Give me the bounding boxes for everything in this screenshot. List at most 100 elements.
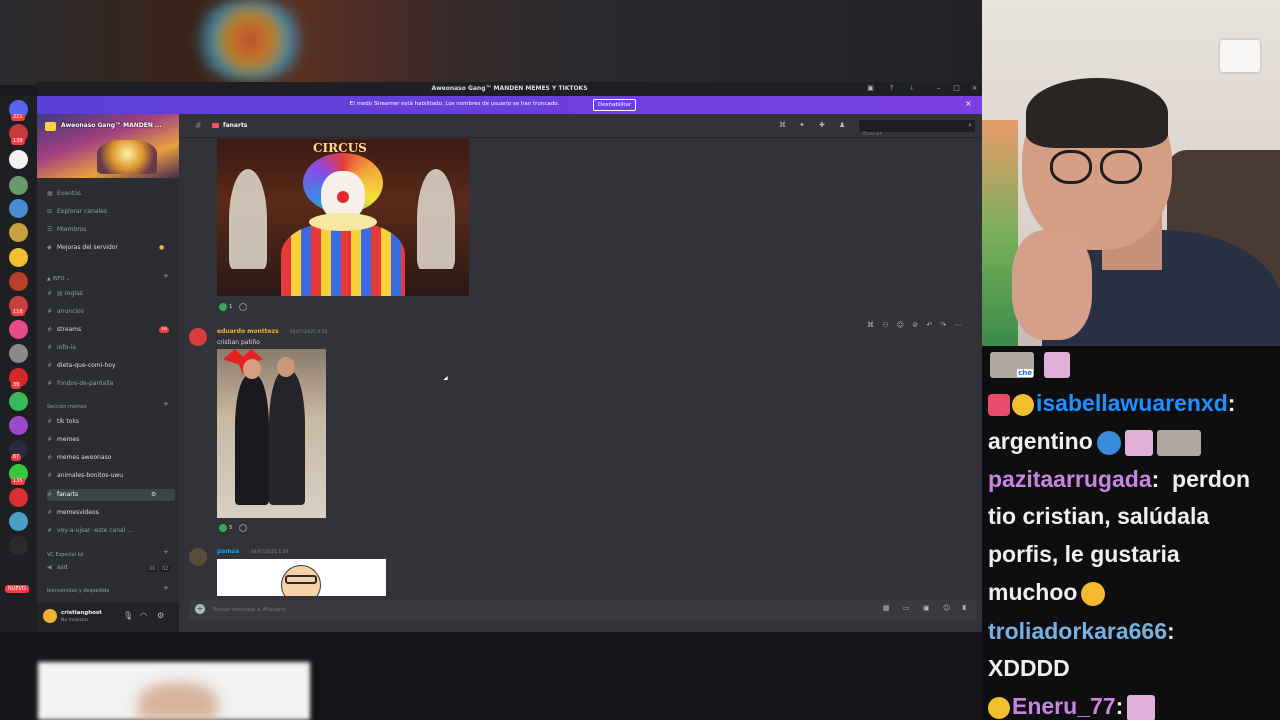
channel-info-ia[interactable]: # info-ia: [47, 342, 175, 354]
sidebar-item-explorar[interactable]: ⊞ Explorar canales: [47, 206, 175, 218]
message-author[interactable]: eduardo monttezs: [217, 328, 279, 335]
channel-voy-a-ujsar[interactable]: # voy-a-ujsar -este canal ...: [47, 525, 175, 537]
hash-icon: #: [47, 509, 53, 516]
add-reaction-icon[interactable]: [238, 302, 247, 311]
server-icon[interactable]: [9, 536, 28, 555]
gift-icon[interactable]: ▦: [883, 604, 890, 612]
headphones-icon[interactable]: ◠: [140, 611, 147, 620]
channel-animales[interactable]: # animales-bonitos-uwu: [47, 470, 175, 482]
server-icon[interactable]: [9, 488, 28, 507]
server-icon[interactable]: [9, 320, 28, 339]
guild-header[interactable]: Aweonaso Gang™ MANDEN ...: [37, 114, 179, 178]
message-input[interactable]: [213, 603, 813, 617]
channel-memes[interactable]: # memes: [47, 434, 175, 446]
circus-clown-image[interactable]: CIRCUS: [217, 139, 469, 296]
channel-anuncios[interactable]: # anuncios: [47, 306, 175, 318]
category-memes[interactable]: Sección memes: [47, 404, 86, 410]
channel-fondos[interactable]: # fondos-de-pantalla: [47, 378, 175, 390]
reaction-pill[interactable]: 1: [219, 302, 247, 312]
server-icon[interactable]: [9, 223, 28, 242]
avatar[interactable]: [189, 548, 207, 566]
close-window-icon[interactable]: ×: [970, 84, 979, 93]
channel-memesvideos[interactable]: # memesvideos: [47, 507, 175, 519]
server-icon[interactable]: [9, 248, 28, 267]
cartoon-image[interactable]: [217, 559, 386, 596]
backdrop-card-blur: [38, 662, 310, 720]
settings-icon[interactable]: ⚙: [151, 489, 156, 501]
add-channel-icon[interactable]: +: [163, 400, 169, 408]
reaction-emoji-icon: [219, 302, 227, 311]
server-icon[interactable]: [9, 392, 28, 411]
add-channel-icon[interactable]: +: [163, 548, 169, 556]
notifications-icon[interactable]: ✦: [799, 121, 805, 129]
message-composer: + ▦ ▭ ▣ ☺ ♜: [189, 600, 977, 620]
channel-label: fanarts: [57, 491, 79, 498]
search-input[interactable]: [859, 128, 959, 140]
mic-icon[interactable]: 🎙: [123, 611, 133, 620]
server-icon[interactable]: [9, 272, 28, 291]
pin-icon[interactable]: ✚: [819, 121, 825, 129]
clown-nose: [337, 191, 349, 203]
server-icon[interactable]: [9, 176, 28, 195]
sidebar-item-mejoras[interactable]: ◆ Mejoras del servidor ●: [47, 242, 175, 254]
category-vc[interactable]: VC Especial lol: [47, 552, 84, 558]
guild-emoji-icon: [45, 122, 56, 131]
category-info[interactable]: ▲ INFO ⌄: [47, 276, 70, 282]
add-reaction-icon[interactable]: [238, 523, 247, 532]
server-icon[interactable]: [9, 416, 28, 435]
chat-username[interactable]: troliadorkara666: [988, 618, 1167, 644]
channel-label: fondos-de-pantalla: [57, 380, 114, 387]
emoji-icon[interactable]: ☺: [943, 604, 950, 612]
server-badge: 139: [11, 138, 25, 145]
threads-icon[interactable]: ⌘: [779, 121, 786, 129]
gif-icon[interactable]: ▭: [903, 604, 910, 612]
reaction-count: 1: [229, 304, 233, 310]
channel-label: anuncios: [57, 308, 84, 315]
sticker-icon[interactable]: ▣: [923, 604, 930, 612]
channel-reglas[interactable]: # ▤ reglas: [47, 288, 175, 300]
search-icon[interactable]: ⌕: [968, 121, 972, 130]
add-channel-icon[interactable]: +: [163, 272, 169, 280]
channel-dieta[interactable]: # dieta-que-comi-hoy: [47, 360, 175, 372]
server-icon[interactable]: [9, 344, 28, 363]
category-welcome[interactable]: bienvenidas y despedida: [47, 588, 109, 594]
chat-username[interactable]: pazitaarrugada: [988, 466, 1152, 492]
sidebar-item-miembros[interactable]: ☰ Miembros: [47, 224, 175, 236]
server-icon[interactable]: [9, 512, 28, 531]
apps-icon[interactable]: ♜: [961, 604, 967, 612]
vc-count: 00: [147, 566, 158, 572]
inbox-icon[interactable]: ▣: [866, 84, 875, 93]
hash-icon: #: [47, 491, 53, 498]
help-icon[interactable]: ?: [887, 84, 896, 93]
unread-badge: 18: [159, 327, 169, 333]
attach-plus-icon[interactable]: +: [195, 604, 205, 614]
sidebar-item-label: Eventos: [57, 190, 81, 197]
avatar[interactable]: [43, 609, 57, 623]
channel-streams[interactable]: # streams: [47, 324, 175, 336]
maximize-icon[interactable]: □: [952, 84, 961, 93]
chat-username[interactable]: Eneru_77: [1012, 693, 1116, 719]
server-icon[interactable]: [9, 150, 28, 169]
sidebar-item-eventos[interactable]: ▦ Eventos: [47, 188, 175, 200]
minimize-icon[interactable]: –: [934, 84, 943, 93]
download-icon[interactable]: ↓: [907, 84, 916, 93]
disable-button[interactable]: Deshabilitar: [593, 99, 637, 111]
photo-image[interactable]: [217, 349, 326, 518]
server-icon[interactable]: [9, 199, 28, 218]
gear-icon[interactable]: ⚙: [157, 611, 164, 620]
channel-fanarts[interactable]: # fanarts ⚙: [47, 489, 175, 501]
channel-tik-toks[interactable]: # tik toks: [47, 416, 175, 428]
chat-message: argentino: [988, 426, 1201, 456]
channel-memes-aweonaso[interactable]: # memes aweonaso: [47, 452, 175, 464]
reaction-pill[interactable]: 5: [219, 523, 247, 533]
avatar[interactable]: [189, 328, 207, 346]
add-channel-icon[interactable]: +: [163, 584, 169, 592]
message-hover-toolbar[interactable]: ⌘ ⚇ ☺ ⊘ ↶ ↷ ⋯: [867, 321, 965, 329]
members-list-icon[interactable]: ♟: [839, 121, 845, 129]
clown-body: [281, 223, 405, 296]
close-banner-icon[interactable]: ×: [965, 99, 972, 108]
channel-sidebar: Aweonaso Gang™ MANDEN ... ▦ Eventos ⊞ Expl…: [37, 114, 179, 632]
search-box[interactable]: ⌕: [859, 120, 975, 140]
message-author[interactable]: pamsa: [217, 548, 239, 555]
chat-username[interactable]: isabellawuarenxd: [1036, 390, 1228, 416]
